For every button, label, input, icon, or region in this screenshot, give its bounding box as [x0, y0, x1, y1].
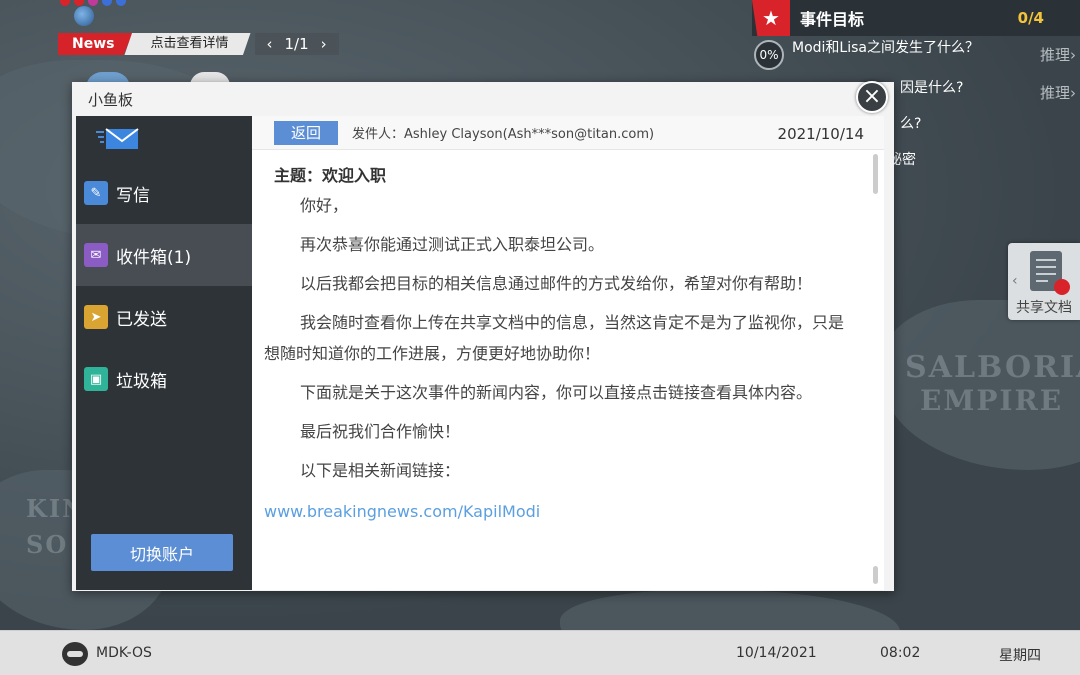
infer-button[interactable]: 推理› — [1040, 44, 1076, 65]
chevron-left-icon[interactable]: ‹ — [261, 35, 279, 53]
chevron-right-icon[interactable]: › — [315, 35, 333, 53]
mail-body: 你好， 再次恭喜你能通过测试正式入职泰坦公司。 以后我都会把目标的相关信息通过邮… — [252, 190, 884, 527]
objective-question: 么? — [900, 116, 922, 132]
map-label: EMPIRE — [920, 384, 1064, 417]
mail-paragraph: 以下是相关新闻链接： — [300, 461, 461, 480]
mail-meta-bar: 返回 发件人：Ashley Clayson(Ash***son@titan.co… — [252, 116, 884, 150]
objectives-header: ★ 事件目标 0/4 — [752, 0, 1080, 36]
mail-paragraph: 以后我都会把目标的相关信息通过邮件的方式发给你，希望对你有帮助！ — [300, 274, 813, 293]
sidebar-item-label: 已发送 — [116, 309, 167, 330]
window-title: 小鱼板 — [72, 82, 894, 116]
taskbar-date: 10/14/2021 — [736, 645, 817, 661]
mail-paragraph: 你好， — [300, 196, 349, 215]
news-details-link[interactable]: 点击查看详情 — [124, 33, 251, 55]
mail-sidebar: ✎ 写信 ✉ 收件箱(1) ➤ 已发送 ▣ 垃圾箱 切换账户 — [76, 116, 252, 590]
map-label: SALBORIAN — [905, 350, 1080, 385]
news-page-indicator: 1/1 — [284, 35, 309, 53]
objective-item[interactable]: 0% Modi和Lisa之间发生了什么？ 推理› — [752, 36, 1080, 74]
mail-sender: 发件人：Ashley Clayson(Ash***son@titan.com) — [352, 127, 655, 142]
objective-question: 秘密 — [888, 152, 916, 168]
news-link[interactable]: www.breakingnews.com/KapilModi — [264, 496, 844, 527]
sidebar-item-label: 收件箱(1) — [116, 247, 192, 268]
app-indicator-dots — [60, 0, 126, 6]
infer-button[interactable]: 推理› — [1040, 82, 1076, 103]
send-icon: ➤ — [84, 305, 108, 329]
sidebar-item-label: 写信 — [116, 185, 150, 206]
news-pager: ‹ 1/1 › — [254, 33, 339, 55]
notification-badge — [1054, 279, 1070, 295]
sidebar-item-inbox[interactable]: ✉ 收件箱(1) — [76, 224, 252, 286]
switch-account-button[interactable]: 切换账户 — [91, 534, 233, 571]
objectives-title: 事件目标 — [800, 10, 865, 29]
mail-scrollbar-end[interactable] — [873, 566, 878, 584]
star-icon: ★ — [752, 0, 790, 36]
mail-scrollbar[interactable] — [873, 154, 878, 194]
shared-docs-label: 共享文档 — [1016, 300, 1072, 316]
globe-icon[interactable] — [74, 6, 94, 26]
back-button[interactable]: 返回 — [274, 120, 338, 145]
mail-subject: 主题：欢迎入职 — [274, 166, 387, 185]
trash-icon: ▣ — [84, 367, 108, 391]
document-icon — [1030, 251, 1070, 295]
mail-paragraph: 我会随时查看你上传在共享文档中的信息，当然这肯定不是为了监视你，只是想随时知道你… — [264, 313, 845, 363]
mail-logo-icon — [76, 116, 252, 162]
sidebar-item-compose[interactable]: ✎ 写信 — [76, 162, 252, 224]
news-ticker: News 点击查看详情 ‹ 1/1 › — [58, 33, 366, 55]
os-logo-icon[interactable] — [62, 642, 88, 666]
mail-window: 小鱼板 ✎ 写信 ✉ 收件箱(1) ➤ 已发送 ▣ 垃圾箱 切换账户 返回 发件… — [72, 82, 894, 591]
mail-paragraph: 再次恭喜你能通过测试正式入职泰坦公司。 — [300, 235, 605, 254]
taskbar: MDK-OS 10/14/2021 08:02 星期四 — [0, 630, 1080, 675]
close-icon[interactable]: × — [856, 81, 888, 113]
sidebar-item-sent[interactable]: ➤ 已发送 — [76, 286, 252, 348]
mail-reader: 返回 发件人：Ashley Clayson(Ash***son@titan.co… — [252, 116, 884, 590]
objective-progress: 0% — [754, 40, 784, 70]
taskbar-weekday: 星期四 — [999, 648, 1041, 664]
compose-icon: ✎ — [84, 181, 108, 205]
news-tag: News — [58, 33, 133, 55]
os-name: MDK-OS — [96, 645, 152, 661]
sidebar-item-trash[interactable]: ▣ 垃圾箱 — [76, 348, 252, 410]
mail-paragraph: 下面就是关于这次事件的新闻内容，你可以直接点击链接查看具体内容。 — [300, 383, 813, 402]
objective-question: Modi和Lisa之间发生了什么？ — [792, 40, 979, 56]
objectives-count: 0/4 — [1017, 9, 1044, 27]
map-label: SO — [26, 530, 69, 559]
sidebar-item-label: 垃圾箱 — [116, 371, 167, 392]
mail-paragraph: 最后祝我们合作愉快！ — [300, 422, 461, 441]
mail-date: 2021/10/14 — [777, 125, 864, 143]
shared-docs-tab[interactable]: ‹ 共享文档 — [1008, 243, 1080, 320]
inbox-icon: ✉ — [84, 243, 108, 267]
chevron-left-icon: ‹ — [1012, 273, 1018, 289]
taskbar-time: 08:02 — [880, 645, 921, 661]
